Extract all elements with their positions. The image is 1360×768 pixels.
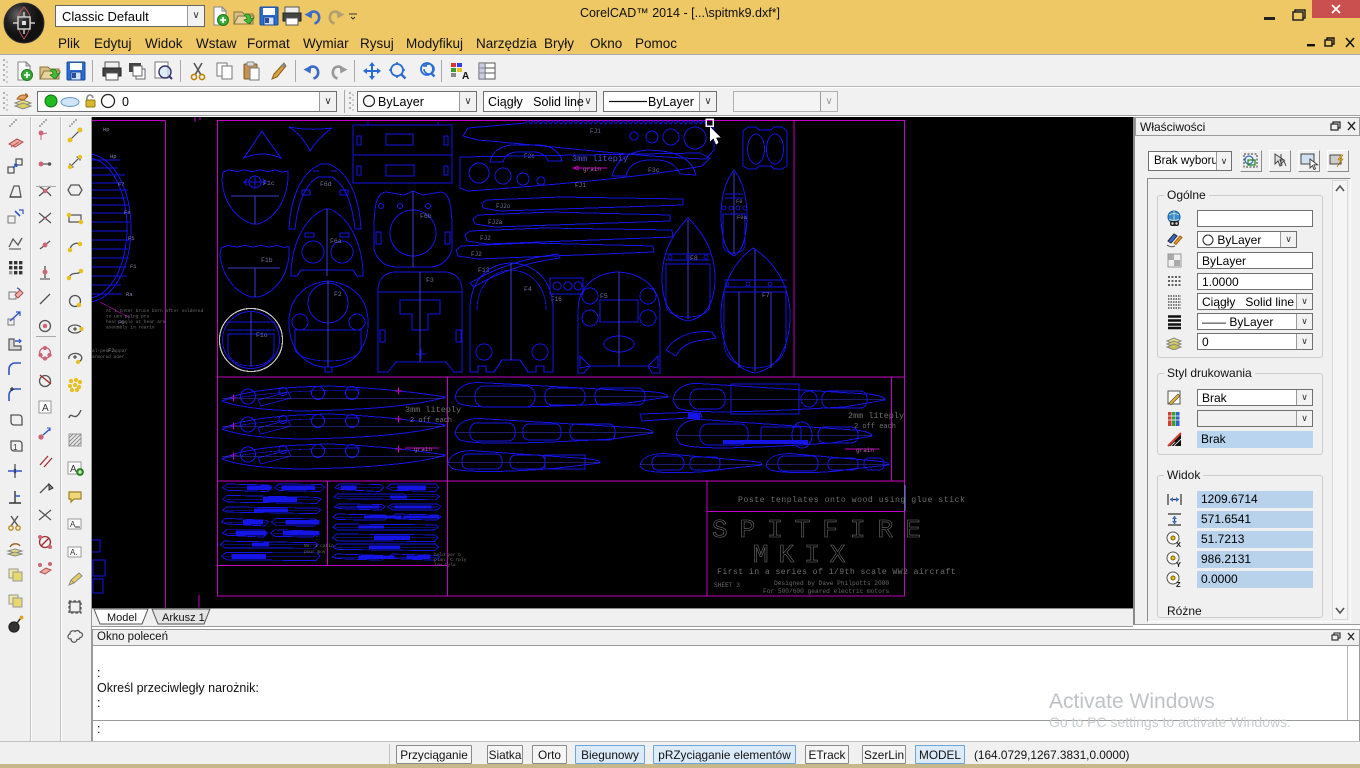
- svg-text:grain: grain: [583, 166, 601, 173]
- svg-text:aseembly in rearin: aseembly in rearin: [106, 325, 155, 331]
- svg-text:Z: Z: [1176, 580, 1181, 588]
- svg-text:FJ2: FJ2: [480, 235, 491, 242]
- svg-text:2mm liteply: 2mm liteply: [848, 411, 904, 421]
- svg-text:al-pear uppar: al-pear uppar: [92, 348, 127, 354]
- svg-text:F3: F3: [426, 277, 434, 284]
- svg-text:3mm litepiy: 3mm litepiy: [572, 154, 628, 164]
- svg-text:F6d: F6d: [320, 181, 332, 188]
- svg-text:F5: F5: [600, 293, 608, 300]
- svg-text:F9: F9: [736, 198, 743, 205]
- svg-text:Designed by Dave Philpotts 20: Designed by Dave Philpotts 2000: [774, 580, 889, 587]
- svg-text:1: 1: [13, 443, 18, 452]
- svg-text::: :: [316, 536, 318, 542]
- svg-text:2 off each: 2 off each: [854, 423, 896, 431]
- svg-text:Y: Y: [1176, 560, 1181, 568]
- svg-text:MKIX: MKIX: [753, 540, 855, 570]
- svg-text:F4: F4: [524, 286, 532, 293]
- svg-text:low tylu: low tylu: [434, 562, 456, 568]
- svg-text:First in a series of 1/9th sca: First in a series of 1/9th scale WW2 air…: [717, 567, 956, 577]
- svg-text:F7: F7: [118, 181, 125, 188]
- svg-text:FJ2o: FJ2o: [496, 203, 511, 210]
- svg-text:A: A: [70, 520, 76, 529]
- svg-text:For 500/600 geared electric mo: For 500/600 geared electric motors: [763, 588, 890, 595]
- svg-text:F7: F7: [762, 292, 770, 299]
- svg-text:F2: F2: [334, 291, 342, 298]
- svg-text:Poste tenplates onto wood usin: Poste tenplates onto wood using glue sti…: [738, 495, 965, 505]
- svg-text:F6b: F6b: [420, 213, 432, 220]
- svg-text:grain: grain: [856, 447, 874, 454]
- svg-text:FJ2a: FJ2a: [488, 219, 503, 226]
- svg-text:Model: Model: [107, 612, 137, 624]
- svg-text:F8: F8: [690, 255, 698, 262]
- svg-text:FJ2: FJ2: [471, 251, 482, 258]
- svg-text:F2c: F2c: [524, 153, 535, 160]
- svg-text:A: A: [462, 71, 469, 81]
- svg-text:F1c: F1c: [263, 180, 275, 187]
- svg-text:X: X: [1176, 540, 1181, 548]
- svg-text:armorad uder: armorad uder: [92, 354, 125, 360]
- svg-text:grain: grain: [414, 446, 432, 453]
- svg-text:hear angle at hear arm: hear angle at hear arm: [106, 319, 166, 325]
- svg-text:F1o: F1o: [256, 332, 268, 339]
- svg-text:pour moy: pour moy: [304, 549, 326, 555]
- svg-text:Fx: Fx: [124, 209, 131, 216]
- svg-text:2 off each: 2 off each: [410, 417, 452, 425]
- svg-text:Ra: Ra: [126, 291, 133, 298]
- svg-text:A.: A.: [70, 548, 78, 557]
- svg-text:FJ1: FJ1: [575, 182, 586, 189]
- svg-text:At 1 Inter bruce born after so: At 1 Inter bruce born after soldered: [106, 308, 204, 314]
- svg-text:Hp: Hp: [110, 153, 117, 160]
- svg-text:A: A: [70, 464, 77, 475]
- svg-text:FJ1: FJ1: [590, 128, 601, 135]
- svg-text:SHEET 3: SHEET 3: [714, 582, 740, 589]
- svg-text:A: A: [42, 403, 49, 414]
- svg-text:Arkusz 1: Arkusz 1: [162, 612, 205, 624]
- svg-text:F6a: F6a: [330, 238, 342, 245]
- svg-text:No. 1 cabin: No. 1 cabin: [304, 543, 334, 549]
- svg-text:F9a: F9a: [737, 214, 748, 221]
- svg-text:F1b: F1b: [261, 257, 273, 264]
- svg-text:F1: F1: [130, 263, 137, 270]
- svg-text:to uen pylng pru: to uen pylng pru: [106, 314, 150, 320]
- svg-text:Hp: Hp: [103, 126, 110, 133]
- svg-text:F5: F5: [128, 235, 135, 242]
- svg-text:3mm liteply: 3mm liteply: [405, 405, 461, 415]
